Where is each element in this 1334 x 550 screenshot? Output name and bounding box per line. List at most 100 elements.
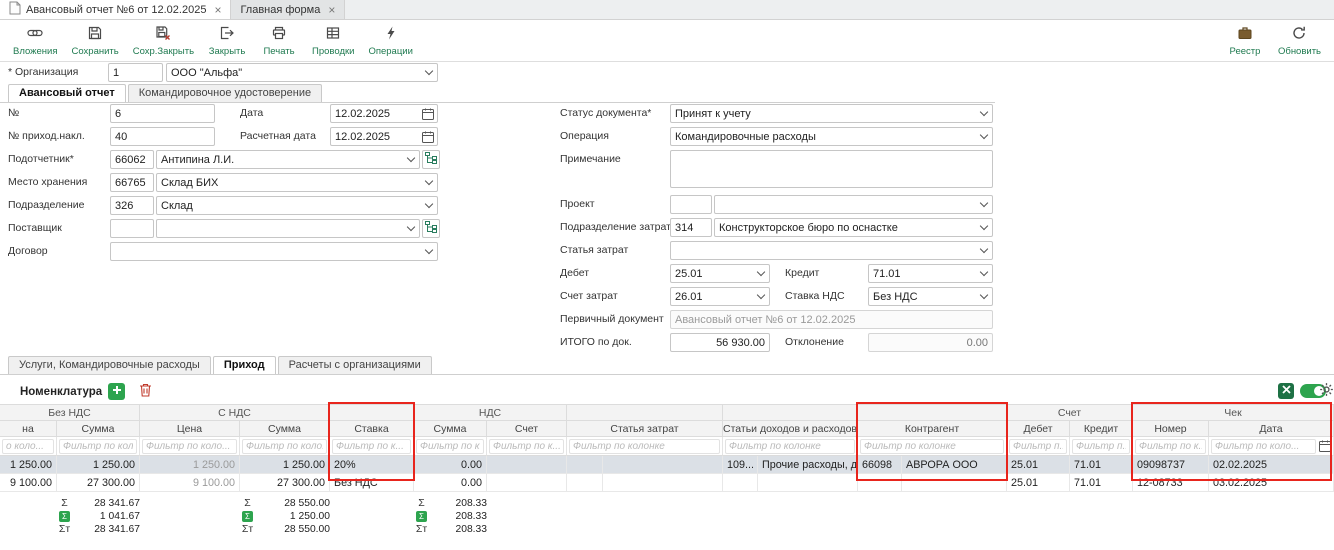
- window-tab-advance-report[interactable]: Авансовый отчет №6 от 12.02.2025 ×: [0, 0, 231, 19]
- window-tab-main-form[interactable]: Главная форма ×: [231, 0, 345, 19]
- refresh-button[interactable]: Обновить: [1271, 21, 1328, 61]
- postings-button[interactable]: Проводки: [305, 21, 361, 61]
- tab-advance-report[interactable]: Авансовый отчет: [8, 84, 126, 102]
- close-button[interactable]: Закрыть: [201, 21, 253, 61]
- table-cell[interactable]: [487, 456, 567, 474]
- column-header-cena-s-nds[interactable]: Цена: [140, 421, 240, 437]
- save-button[interactable]: Сохранить: [65, 21, 126, 61]
- table-cell[interactable]: [603, 474, 723, 492]
- supplier-tree-button[interactable]: [422, 219, 440, 238]
- supplier-code-input[interactable]: [110, 219, 154, 238]
- delete-row-button[interactable]: [136, 382, 154, 400]
- table-cell[interactable]: 20%: [330, 456, 414, 474]
- registry-button[interactable]: Реестр: [1219, 21, 1271, 61]
- table-cell[interactable]: 12-08733: [1133, 474, 1209, 492]
- filter-input[interactable]: [2, 439, 54, 454]
- filter-input[interactable]: [1009, 439, 1067, 454]
- table-cell[interactable]: 9 100.00: [0, 474, 57, 492]
- number-input[interactable]: [110, 104, 215, 123]
- table-cell[interactable]: 0.00: [414, 456, 487, 474]
- filter-input[interactable]: [489, 439, 564, 454]
- filter-input[interactable]: [332, 439, 411, 454]
- table-cell[interactable]: 109...: [723, 456, 758, 474]
- column-header-data[interactable]: Дата: [1209, 421, 1334, 437]
- table-cell[interactable]: 0.00: [414, 474, 487, 492]
- attachments-button[interactable]: Вложения: [6, 21, 65, 61]
- table-cell[interactable]: 71.01: [1070, 456, 1133, 474]
- filter-input[interactable]: [1211, 439, 1316, 454]
- column-header-statya-zatrat[interactable]: Статья затрат: [567, 421, 723, 437]
- save-close-button[interactable]: Сохр.Закрыть: [126, 21, 201, 61]
- storage-select[interactable]: Склад БИХ: [156, 173, 438, 192]
- operations-button[interactable]: Операции: [361, 21, 419, 61]
- status-select[interactable]: Принят к учету: [670, 104, 993, 123]
- column-header-cena-bez-nds[interactable]: на: [0, 421, 57, 437]
- add-row-button[interactable]: [108, 383, 125, 400]
- column-header-statyi-dohodov[interactable]: Статьи доходов и расходов: [723, 421, 858, 437]
- tab-travel-certificate[interactable]: Командировочное удостоверение: [128, 84, 322, 102]
- project-select[interactable]: [714, 195, 993, 214]
- organization-code-input[interactable]: [108, 63, 163, 82]
- table-cell[interactable]: [758, 474, 858, 492]
- table-cell[interactable]: 27 300.00: [57, 474, 140, 492]
- table-cell[interactable]: 25.01: [1007, 456, 1070, 474]
- column-header-kontragent[interactable]: Контрагент: [858, 421, 1007, 437]
- cost-account-select[interactable]: 26.01: [670, 287, 770, 306]
- department-select[interactable]: Склад: [156, 196, 438, 215]
- filter-input[interactable]: [242, 439, 327, 454]
- accountable-select[interactable]: Антипина Л.И.: [156, 150, 420, 169]
- filter-input[interactable]: [725, 439, 855, 454]
- column-header-summa-bez-nds[interactable]: Сумма: [57, 421, 140, 437]
- filter-input[interactable]: [142, 439, 237, 454]
- table-cell[interactable]: 66098: [858, 456, 902, 474]
- cost-department-code-input[interactable]: [670, 218, 712, 237]
- date-field[interactable]: 12.02.2025: [330, 104, 438, 123]
- filter-input[interactable]: [569, 439, 720, 454]
- table-cell[interactable]: [603, 456, 723, 474]
- receipt-number-input[interactable]: [110, 127, 215, 146]
- filter-input[interactable]: [860, 439, 1004, 454]
- table-cell[interactable]: 1 250.00: [0, 456, 57, 474]
- tab-settlements[interactable]: Расчеты с организациями: [278, 356, 432, 374]
- close-icon[interactable]: ×: [214, 3, 221, 17]
- table-cell[interactable]: [567, 456, 603, 474]
- filter-input[interactable]: [1135, 439, 1206, 454]
- table-cell[interactable]: 09098737: [1133, 456, 1209, 474]
- table-cell[interactable]: 71.01: [1070, 474, 1133, 492]
- table-cell[interactable]: 1 250.00: [57, 456, 140, 474]
- column-header-debet[interactable]: Дебет: [1007, 421, 1070, 437]
- table-cell[interactable]: 02.02.2025: [1209, 456, 1334, 474]
- filter-input[interactable]: [1072, 439, 1130, 454]
- table-cell[interactable]: [487, 474, 567, 492]
- tab-services[interactable]: Услуги, Командировочные расходы: [8, 356, 211, 374]
- debit-select[interactable]: 25.01: [670, 264, 770, 283]
- vat-rate-select[interactable]: Без НДС: [868, 287, 993, 306]
- table-cell[interactable]: [858, 474, 902, 492]
- supplier-select[interactable]: [156, 219, 420, 238]
- column-header-summa-nds[interactable]: Сумма: [414, 421, 487, 437]
- table-cell[interactable]: [902, 474, 1007, 492]
- table-cell[interactable]: 25.01: [1007, 474, 1070, 492]
- cost-department-select[interactable]: Конструкторское бюро по оснастке: [714, 218, 993, 237]
- department-code-input[interactable]: [110, 196, 154, 215]
- calc-date-field[interactable]: 12.02.2025: [330, 127, 438, 146]
- storage-code-input[interactable]: [110, 173, 154, 192]
- print-button[interactable]: Печать: [253, 21, 305, 61]
- table-cell[interactable]: Без НДС: [330, 474, 414, 492]
- column-header-stavka[interactable]: Ставка: [330, 421, 414, 437]
- column-header-summa-s-nds[interactable]: Сумма: [240, 421, 330, 437]
- table-cell[interactable]: 03.02.2025: [1209, 474, 1334, 492]
- excel-export-button[interactable]: [1278, 383, 1294, 399]
- filter-input[interactable]: [416, 439, 484, 454]
- grid-settings-button[interactable]: [1318, 383, 1334, 399]
- column-header-schet-nds[interactable]: Счет: [487, 421, 567, 437]
- note-textarea[interactable]: [670, 150, 993, 188]
- total-input[interactable]: [670, 333, 770, 352]
- table-cell[interactable]: [567, 474, 603, 492]
- close-icon[interactable]: ×: [328, 3, 335, 17]
- table-cell[interactable]: 1 250.00: [240, 456, 330, 474]
- organization-select[interactable]: ООО "Альфа": [166, 63, 438, 82]
- accountable-code-input[interactable]: [110, 150, 154, 169]
- column-header-kredit[interactable]: Кредит: [1070, 421, 1133, 437]
- accountable-tree-button[interactable]: [422, 150, 440, 169]
